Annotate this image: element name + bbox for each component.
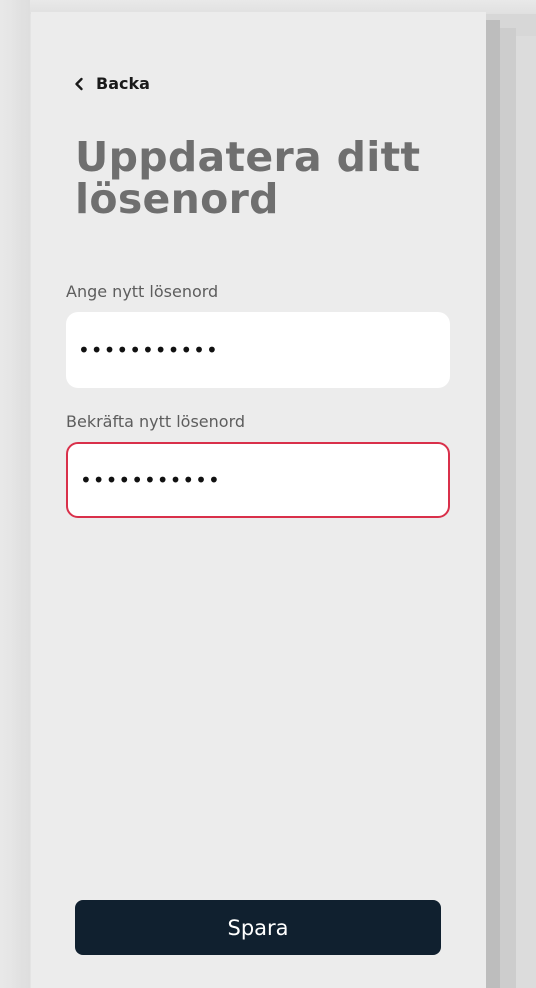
new-password-input[interactable]: [66, 312, 450, 388]
update-password-screen: Backa Uppdatera ditt lösenord Ange nytt …: [31, 12, 486, 988]
confirm-password-label: Bekräfta nytt lösenord: [66, 412, 246, 431]
new-password-label: Ange nytt lösenord: [66, 282, 219, 301]
confirm-password-input[interactable]: [66, 442, 450, 518]
back-button[interactable]: Backa: [74, 74, 150, 93]
panel-shadow: [486, 20, 500, 988]
back-label: Backa: [96, 74, 150, 93]
background-left: [0, 0, 30, 988]
chevron-left-icon: [74, 77, 84, 91]
save-button[interactable]: Spara: [75, 900, 441, 955]
panel-shadow: [516, 36, 536, 988]
panel-shadow: [500, 28, 516, 988]
page-title: Uppdatera ditt lösenord: [75, 133, 421, 223]
